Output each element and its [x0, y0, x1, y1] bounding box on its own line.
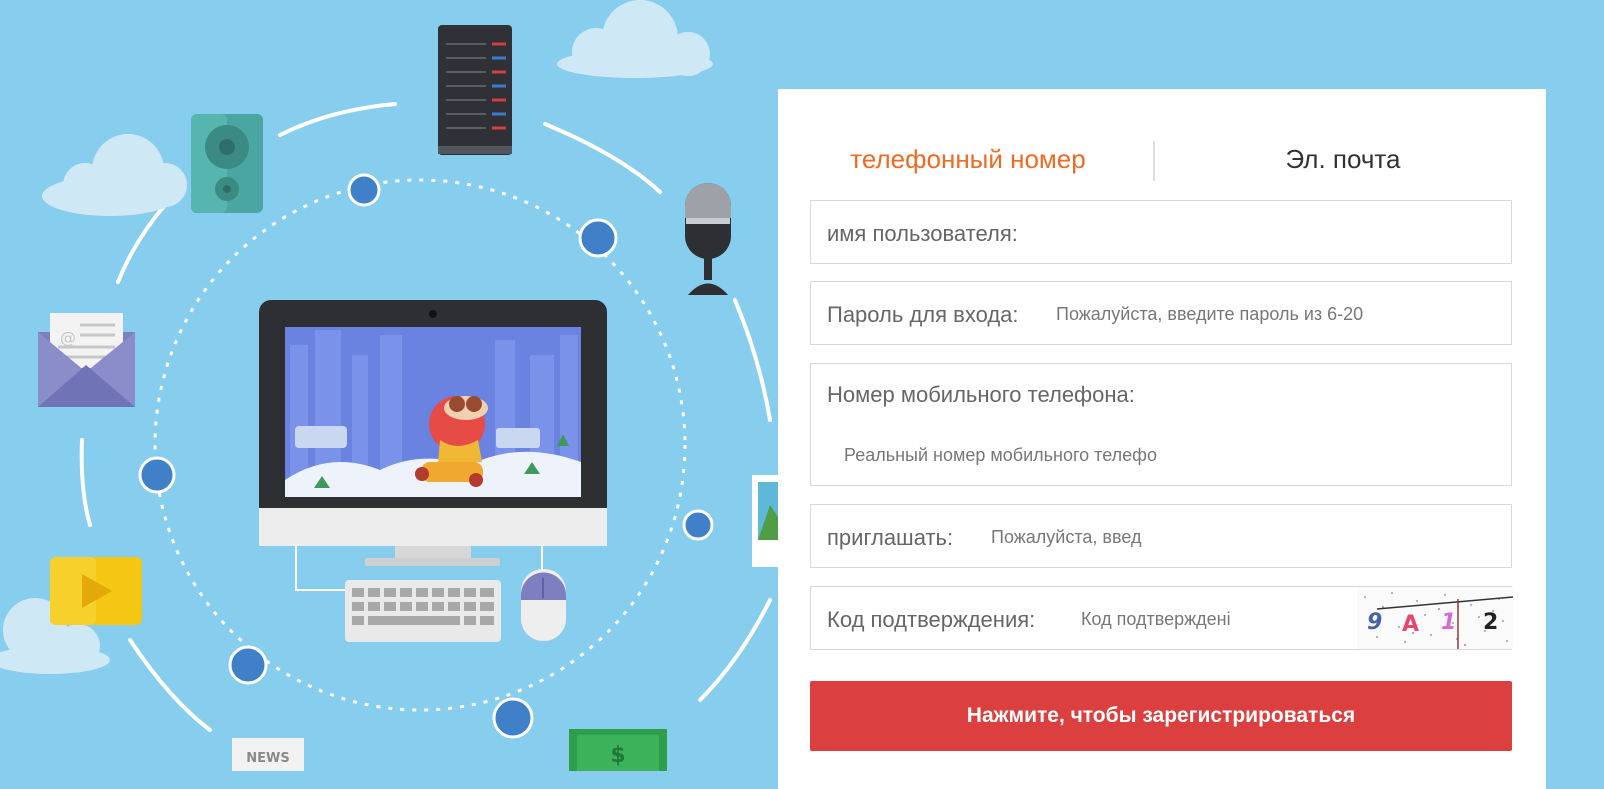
register-submit-button[interactable]: Нажмите, чтобы зарегистрироваться	[810, 681, 1512, 751]
captcha-char: A	[1402, 612, 1419, 637]
verification-code-input[interactable]	[1079, 601, 1243, 637]
envelope-icon: @	[38, 313, 135, 407]
svg-text:@: @	[60, 328, 76, 347]
mobile-phone-field: Номер мобильного телефона:	[810, 363, 1512, 486]
video-play-icon	[50, 557, 142, 625]
captcha-char: 1	[1441, 610, 1456, 635]
svg-text:$: $	[610, 743, 625, 768]
username-field: имя пользователя:	[810, 200, 1512, 264]
username-input[interactable]	[1051, 215, 1495, 251]
captcha-char: 2	[1483, 610, 1498, 635]
mobile-phone-label: Номер мобильного телефона:	[827, 382, 1135, 407]
money-icon: $	[569, 729, 667, 771]
svg-text:NEWS: NEWS	[246, 751, 289, 766]
password-label: Пароль для входа:	[827, 302, 1019, 327]
newspaper-icon: NEWS	[232, 738, 304, 771]
tab-email[interactable]: Эл. почта	[1178, 129, 1508, 189]
password-input[interactable]	[1054, 296, 1498, 332]
server-icon	[438, 25, 512, 155]
password-field: Пароль для входа:	[810, 281, 1512, 345]
registration-tabs: телефонный номер Эл. почта	[778, 129, 1546, 189]
keyboard-icon	[345, 580, 501, 642]
username-label: имя пользователя:	[827, 221, 1018, 246]
microphone-icon	[685, 183, 731, 295]
invite-field: приглашать:	[810, 504, 1512, 568]
cloud-icon	[557, 0, 713, 78]
cloud-icon	[42, 134, 187, 216]
tab-divider	[1153, 141, 1155, 181]
computer-monitor-icon	[259, 300, 607, 591]
verification-code-label: Код подтверждения:	[827, 607, 1036, 632]
invite-label: приглашать:	[827, 525, 954, 550]
registration-panel: телефонный номер Эл. почта имя пользоват…	[778, 89, 1546, 789]
tech-illustration: @ NEWS $	[0, 0, 780, 771]
tab-phone-number[interactable]: телефонный номер	[818, 129, 1118, 189]
captcha-char: 9	[1367, 610, 1382, 635]
speaker-icon	[191, 114, 263, 213]
invite-input[interactable]	[989, 519, 1163, 555]
mobile-phone-input[interactable]	[842, 437, 1466, 473]
picture-frame-icon	[752, 475, 780, 567]
mouse-icon	[521, 569, 566, 641]
captcha-image[interactable]: 9 A 1 2	[1357, 587, 1513, 649]
verification-code-field: Код подтверждения: 9 A	[810, 586, 1513, 650]
